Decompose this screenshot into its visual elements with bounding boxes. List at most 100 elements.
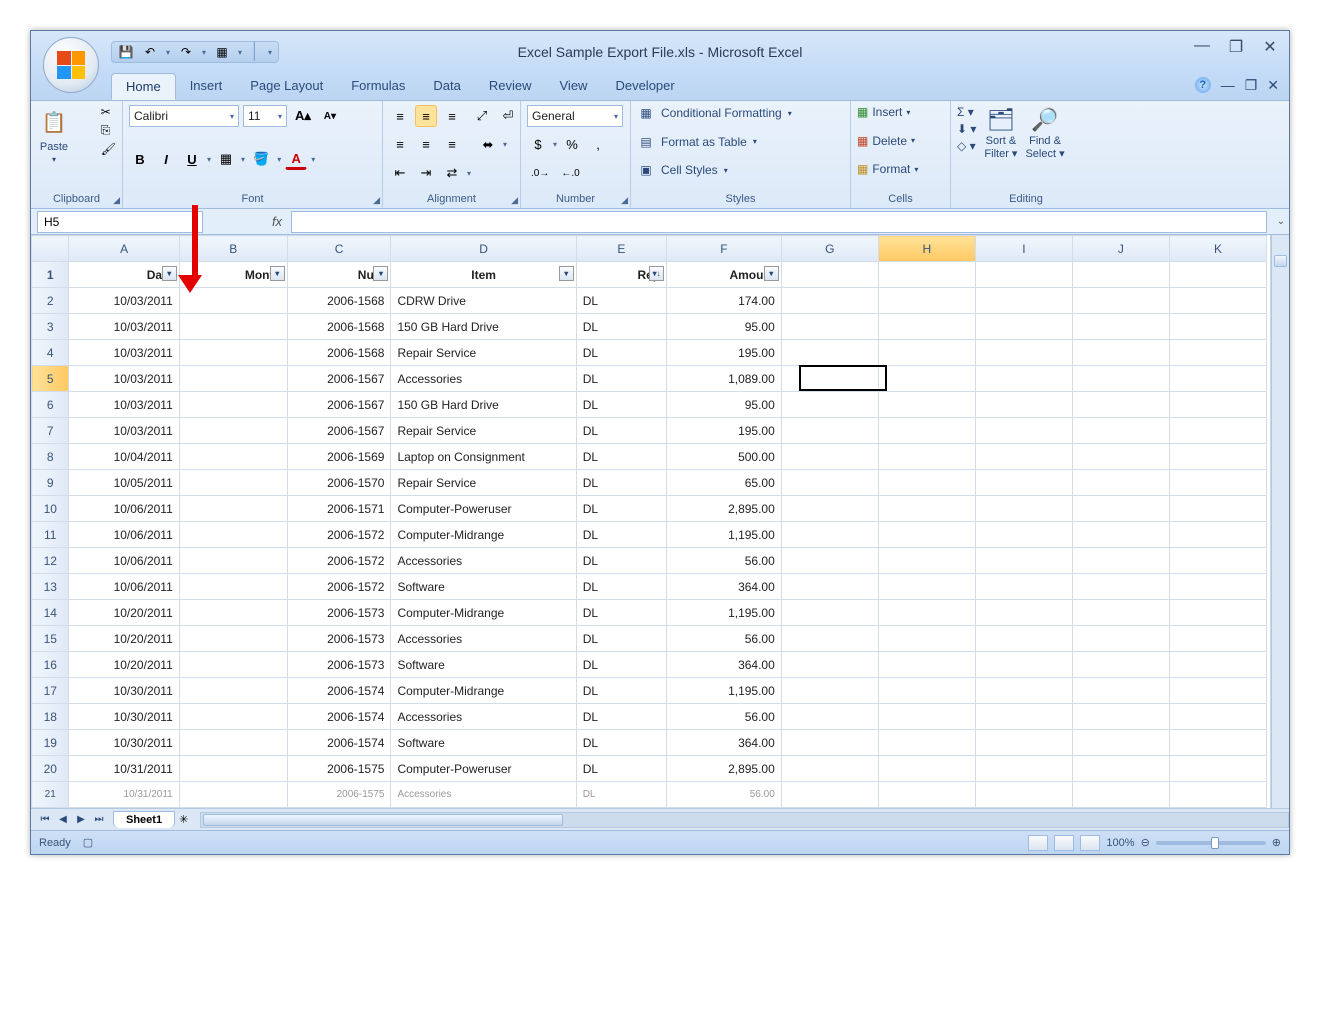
cell[interactable]: DL xyxy=(576,444,666,470)
fx-label[interactable]: fx xyxy=(263,214,291,229)
cell[interactable]: DL xyxy=(576,652,666,678)
cell[interactable]: DL xyxy=(576,340,666,366)
row-header-18[interactable]: 18 xyxy=(32,704,69,730)
cell[interactable]: 500.00 xyxy=(667,444,782,470)
cell[interactable]: Accessories xyxy=(391,366,576,392)
col-header-K[interactable]: K xyxy=(1169,236,1266,262)
cell[interactable]: CDRW Drive xyxy=(391,288,576,314)
cell[interactable] xyxy=(179,366,287,392)
find-select-button[interactable]: 🔎Find &Select ▾ xyxy=(1025,105,1064,160)
decrease-decimal-icon[interactable]: ←.0 xyxy=(557,162,583,184)
cell[interactable]: 1,195.00 xyxy=(667,600,782,626)
cell[interactable]: 174.00 xyxy=(667,288,782,314)
cell[interactable]: 364.00 xyxy=(667,730,782,756)
row-header-11[interactable]: 11 xyxy=(32,522,69,548)
cell[interactable]: 364.00 xyxy=(667,574,782,600)
cell[interactable]: 2006-1567 xyxy=(287,392,391,418)
sheet-nav-last-icon[interactable]: ⏭ xyxy=(91,814,107,825)
filter-amount-icon[interactable]: ▾ xyxy=(764,266,779,281)
row-header-19[interactable]: 19 xyxy=(32,730,69,756)
copy-icon[interactable]: ⎘ xyxy=(101,123,116,138)
font-name-combo[interactable]: Calibri▾ xyxy=(129,105,239,127)
row-header-6[interactable]: 6 xyxy=(32,392,69,418)
cell[interactable] xyxy=(179,522,287,548)
cell[interactable]: 10/20/2011 xyxy=(69,652,179,678)
cell[interactable] xyxy=(179,444,287,470)
cell[interactable] xyxy=(179,678,287,704)
comma-icon[interactable]: , xyxy=(587,134,609,156)
cell[interactable]: 2006-1568 xyxy=(287,314,391,340)
cell[interactable]: 10/03/2011 xyxy=(69,392,179,418)
cell[interactable] xyxy=(179,288,287,314)
cell[interactable]: 2006-1573 xyxy=(287,652,391,678)
table-header-rep[interactable]: Rep▾↓ xyxy=(576,262,666,288)
close-button[interactable]: ✕ xyxy=(1259,37,1281,57)
cell[interactable]: DL xyxy=(576,392,666,418)
row-header-7[interactable]: 7 xyxy=(32,418,69,444)
cell[interactable] xyxy=(179,470,287,496)
cell[interactable]: DL xyxy=(576,730,666,756)
table-header-amount[interactable]: Amount▾ xyxy=(667,262,782,288)
horizontal-scrollbar[interactable] xyxy=(200,812,1289,828)
cell[interactable] xyxy=(179,600,287,626)
cell[interactable]: 2006-1572 xyxy=(287,522,391,548)
cell[interactable]: 10/31/2011 xyxy=(69,756,179,782)
table-header-month[interactable]: Month▾ xyxy=(179,262,287,288)
formula-input[interactable] xyxy=(291,211,1267,233)
insert-cells-button[interactable]: ▦Insert▾ xyxy=(857,105,944,119)
cell[interactable]: 95.00 xyxy=(667,392,782,418)
cell[interactable] xyxy=(179,548,287,574)
cell[interactable]: 2006-1574 xyxy=(287,704,391,730)
col-header-E[interactable]: E xyxy=(576,236,666,262)
cell[interactable]: Computer-Poweruser xyxy=(391,756,576,782)
cell[interactable]: 2006-1568 xyxy=(287,340,391,366)
row-header-13[interactable]: 13 xyxy=(32,574,69,600)
increase-font-icon[interactable]: A▴ xyxy=(291,105,315,127)
tab-data[interactable]: Data xyxy=(419,73,474,100)
cell[interactable]: 2006-1567 xyxy=(287,366,391,392)
delete-cells-button[interactable]: ▦Delete▾ xyxy=(857,134,944,148)
filter-date-icon[interactable]: ▾ xyxy=(162,266,177,281)
cell[interactable]: 2006-1574 xyxy=(287,678,391,704)
cell[interactable]: 2006-1573 xyxy=(287,626,391,652)
view-layout-icon[interactable] xyxy=(1054,835,1074,851)
clipboard-dialog-icon[interactable]: ◢ xyxy=(113,195,120,206)
close2-button[interactable]: ✕ xyxy=(1267,77,1279,94)
sheet-nav-prev-icon[interactable]: ◀ xyxy=(55,814,71,825)
cell[interactable]: Computer-Midrange xyxy=(391,600,576,626)
sheet-tab-1[interactable]: Sheet1 xyxy=(113,811,175,828)
paste-button[interactable]: 📋 Paste ▾ xyxy=(37,105,71,164)
autosum-icon[interactable]: Σ ▾ xyxy=(957,105,976,119)
tab-view[interactable]: View xyxy=(546,73,602,100)
cell[interactable]: 1,195.00 xyxy=(667,522,782,548)
italic-button[interactable]: I xyxy=(155,148,177,170)
sheet-nav-first-icon[interactable]: ⏮ xyxy=(37,814,53,825)
vertical-scrollbar[interactable] xyxy=(1271,235,1289,808)
cell[interactable]: 2006-1572 xyxy=(287,574,391,600)
row-header-10[interactable]: 10 xyxy=(32,496,69,522)
cell[interactable]: Accessories xyxy=(391,626,576,652)
macro-record-icon[interactable]: ▢ xyxy=(83,836,93,849)
cell[interactable]: DL xyxy=(576,756,666,782)
row-header-14[interactable]: 14 xyxy=(32,600,69,626)
clear-icon[interactable]: ◇ ▾ xyxy=(957,139,976,153)
cell[interactable]: 2006-1568 xyxy=(287,288,391,314)
align-top-icon[interactable]: ≡ xyxy=(389,105,411,127)
row-header-15[interactable]: 15 xyxy=(32,626,69,652)
cell[interactable] xyxy=(179,626,287,652)
cell[interactable]: 10/06/2011 xyxy=(69,574,179,600)
cell[interactable]: 56.00 xyxy=(667,704,782,730)
cell[interactable]: Laptop on Consignment xyxy=(391,444,576,470)
filter-num-icon[interactable]: ▾ xyxy=(373,266,388,281)
cell[interactable]: 10/30/2011 xyxy=(69,678,179,704)
cell[interactable]: DL xyxy=(576,678,666,704)
undo-icon[interactable]: ↶ xyxy=(142,44,158,60)
cell[interactable]: DL xyxy=(576,548,666,574)
wrap-text-icon[interactable]: ⏎ xyxy=(497,105,519,127)
view-normal-icon[interactable] xyxy=(1028,835,1048,851)
border-icon[interactable]: ▦ xyxy=(215,148,237,170)
cell[interactable]: 150 GB Hard Drive xyxy=(391,392,576,418)
bold-button[interactable]: B xyxy=(129,148,151,170)
minimize2-button[interactable]: — xyxy=(1221,77,1235,94)
cell[interactable] xyxy=(179,340,287,366)
